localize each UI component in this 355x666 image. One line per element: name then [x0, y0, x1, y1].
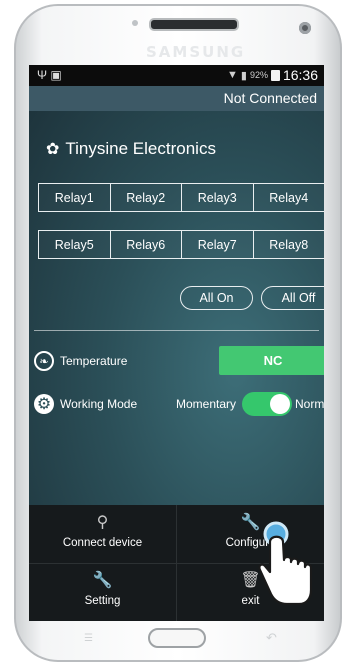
- title-bar: Not Connected: [29, 86, 324, 111]
- relay-row-2: Relay5 Relay6 Relay7 Relay8: [38, 230, 324, 259]
- lotus-icon: ✿: [46, 141, 60, 158]
- relay1-button[interactable]: Relay1: [38, 183, 111, 212]
- wifi-icon: ▼: [226, 69, 238, 81]
- relay-row-1: Relay1 Relay2 Relay3 Relay4: [38, 183, 324, 212]
- working-mode-toggle[interactable]: [242, 392, 292, 416]
- relay8-button[interactable]: Relay8: [253, 230, 324, 259]
- temperature-value: NC: [219, 346, 324, 375]
- battery-icon: [270, 69, 280, 81]
- back-key-icon[interactable]: ↶: [266, 630, 277, 646]
- menu-connect-device-label: Connect device: [62, 537, 143, 549]
- thermometer-icon: ❧: [34, 351, 54, 371]
- mode-normal-label: Normal: [295, 397, 324, 411]
- wrench-icon: 🔧: [92, 572, 113, 589]
- connection-status: Not Connected: [223, 90, 317, 106]
- status-right: ▼ ▮ 92% 16:36: [227, 67, 318, 83]
- temperature-row: ❧ Temperature: [34, 351, 127, 371]
- status-bar: Ψ ▣ ▼ ▮ 92% 16:36: [29, 65, 324, 86]
- earpiece-speaker: [149, 18, 239, 31]
- search-icon: ⚲: [96, 514, 109, 531]
- all-off-button[interactable]: All Off: [261, 286, 324, 310]
- all-on-button[interactable]: All On: [180, 286, 253, 310]
- notification-icon: ▣: [50, 68, 62, 82]
- menu-setting-label: Setting: [84, 595, 121, 607]
- gear-icon: ⚙: [34, 394, 54, 414]
- front-camera: [299, 22, 311, 34]
- menu-setting[interactable]: 🔧 Setting: [29, 563, 176, 621]
- app-title: Tinysine Electronics: [65, 139, 216, 158]
- hardware-nav: ☰ ↶: [28, 620, 324, 656]
- relay4-button[interactable]: Relay4: [253, 183, 324, 212]
- relay3-button[interactable]: Relay3: [182, 183, 254, 212]
- signal-icon: ▮: [240, 69, 247, 82]
- working-mode-row: ⚙ Working Mode: [34, 394, 137, 414]
- relay5-button[interactable]: Relay5: [38, 230, 111, 259]
- mode-momentary-label: Momentary: [176, 397, 237, 411]
- clock: 16:36: [282, 67, 318, 83]
- status-left: Ψ ▣: [37, 68, 62, 82]
- menu-connect-device[interactable]: ⚲ Connect device: [29, 505, 176, 563]
- home-button[interactable]: [148, 628, 206, 648]
- relay7-button[interactable]: Relay7: [182, 230, 254, 259]
- relay6-button[interactable]: Relay6: [110, 230, 182, 259]
- battery-percent: 92%: [249, 70, 268, 80]
- usb-icon: Ψ: [37, 68, 48, 82]
- menu-key-icon[interactable]: ☰: [84, 633, 93, 644]
- relay2-button[interactable]: Relay2: [110, 183, 182, 212]
- tap-hand-icon: [258, 521, 313, 606]
- sensor-dot: [132, 20, 138, 26]
- app-header: ✿ Tinysine Electronics: [46, 139, 216, 159]
- temperature-label: Temperature: [60, 354, 128, 368]
- toggle-knob: [270, 394, 290, 414]
- section-divider: [34, 330, 319, 331]
- brand-logo: SAMSUNG: [146, 43, 246, 61]
- working-mode-label: Working Mode: [60, 397, 138, 411]
